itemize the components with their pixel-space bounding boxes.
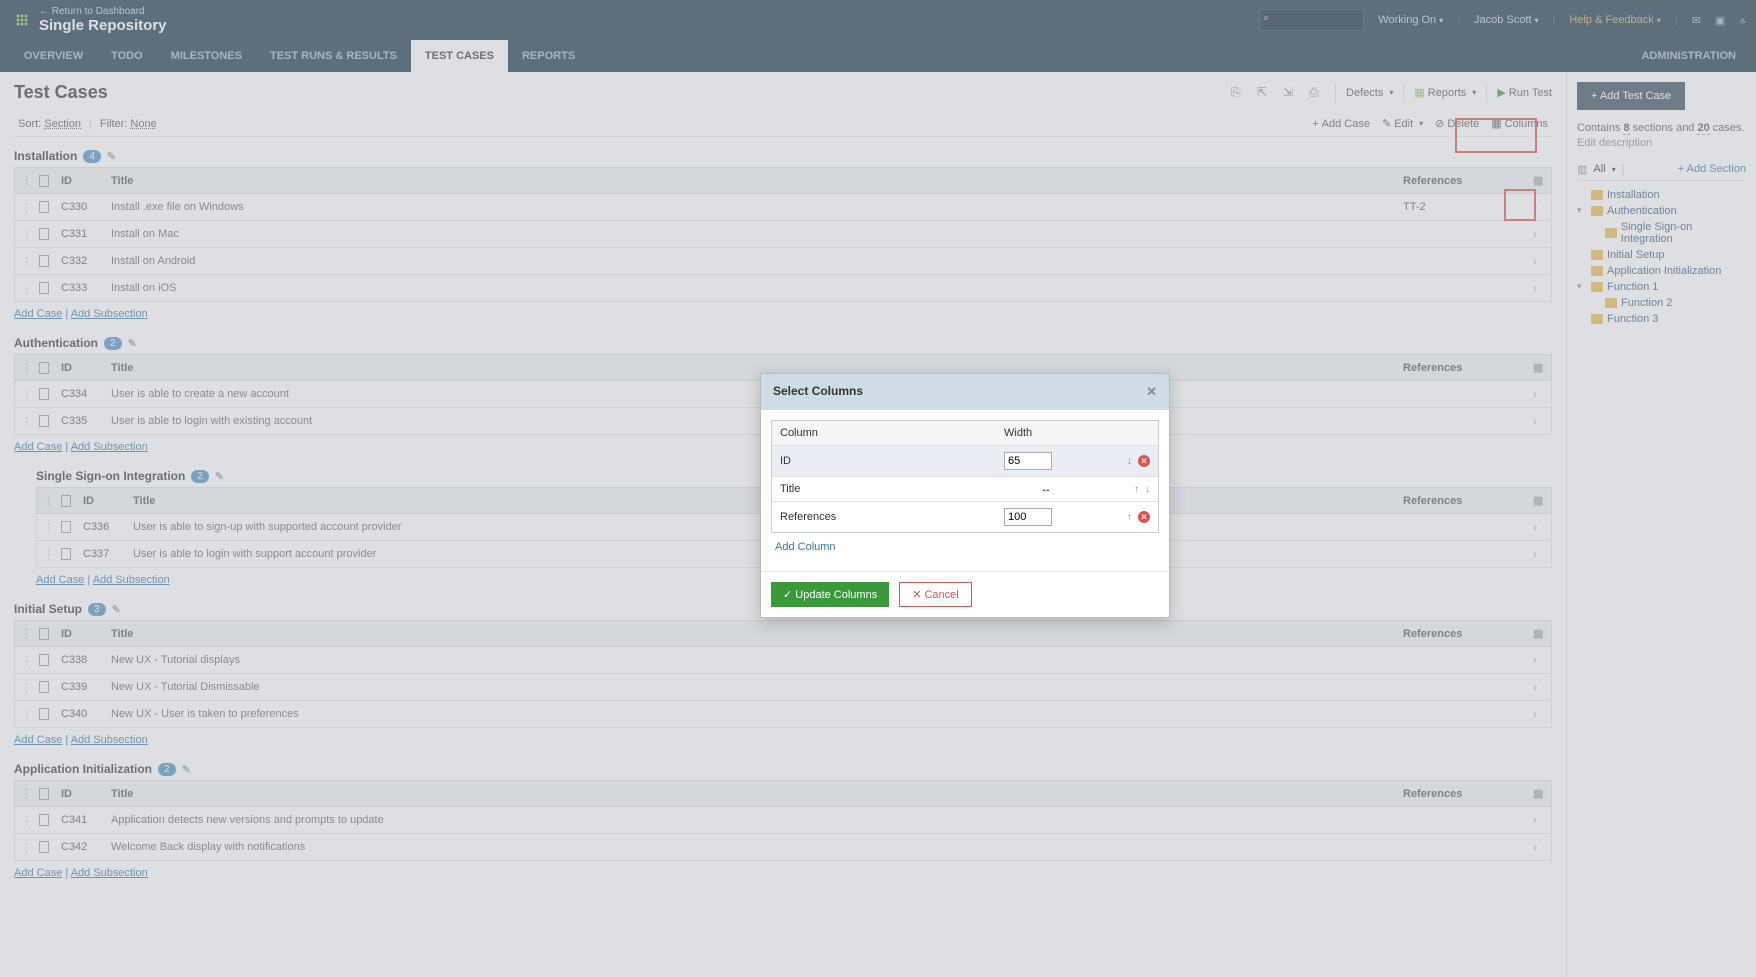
modal-close-icon[interactable]: ✕: [1146, 384, 1157, 400]
update-columns-button[interactable]: ✓ Update Columns: [771, 582, 889, 607]
column-config-row: References ↑ ✕: [772, 501, 1158, 532]
column-config-row: ID ↓ ✕: [772, 445, 1158, 476]
modal-title: Select Columns: [773, 384, 863, 400]
move-up-icon[interactable]: ↑: [1134, 484, 1139, 495]
move-up-icon[interactable]: ↑: [1127, 512, 1132, 523]
column-name: References: [772, 505, 996, 529]
column-width-input[interactable]: [1004, 508, 1052, 526]
column-width-auto: ↔: [996, 477, 1096, 501]
remove-column-icon[interactable]: ✕: [1138, 511, 1150, 523]
column-name: ID: [772, 449, 996, 473]
add-column-link[interactable]: Add Column: [771, 533, 840, 561]
remove-column-icon[interactable]: ✕: [1138, 455, 1150, 467]
cancel-button[interactable]: ✕ Cancel: [899, 582, 972, 607]
col-header-width: Width: [996, 421, 1096, 445]
column-name: Title: [772, 477, 996, 501]
column-config-row: Title↔ ↑ ↓: [772, 476, 1158, 501]
move-down-icon[interactable]: ↓: [1127, 456, 1132, 467]
move-down-icon[interactable]: ↓: [1145, 484, 1150, 495]
column-width-input[interactable]: [1004, 452, 1052, 470]
col-header-column: Column: [772, 421, 996, 445]
select-columns-modal: Select Columns ✕ Column Width ID ↓ ✕ Title↔…: [760, 373, 1170, 618]
